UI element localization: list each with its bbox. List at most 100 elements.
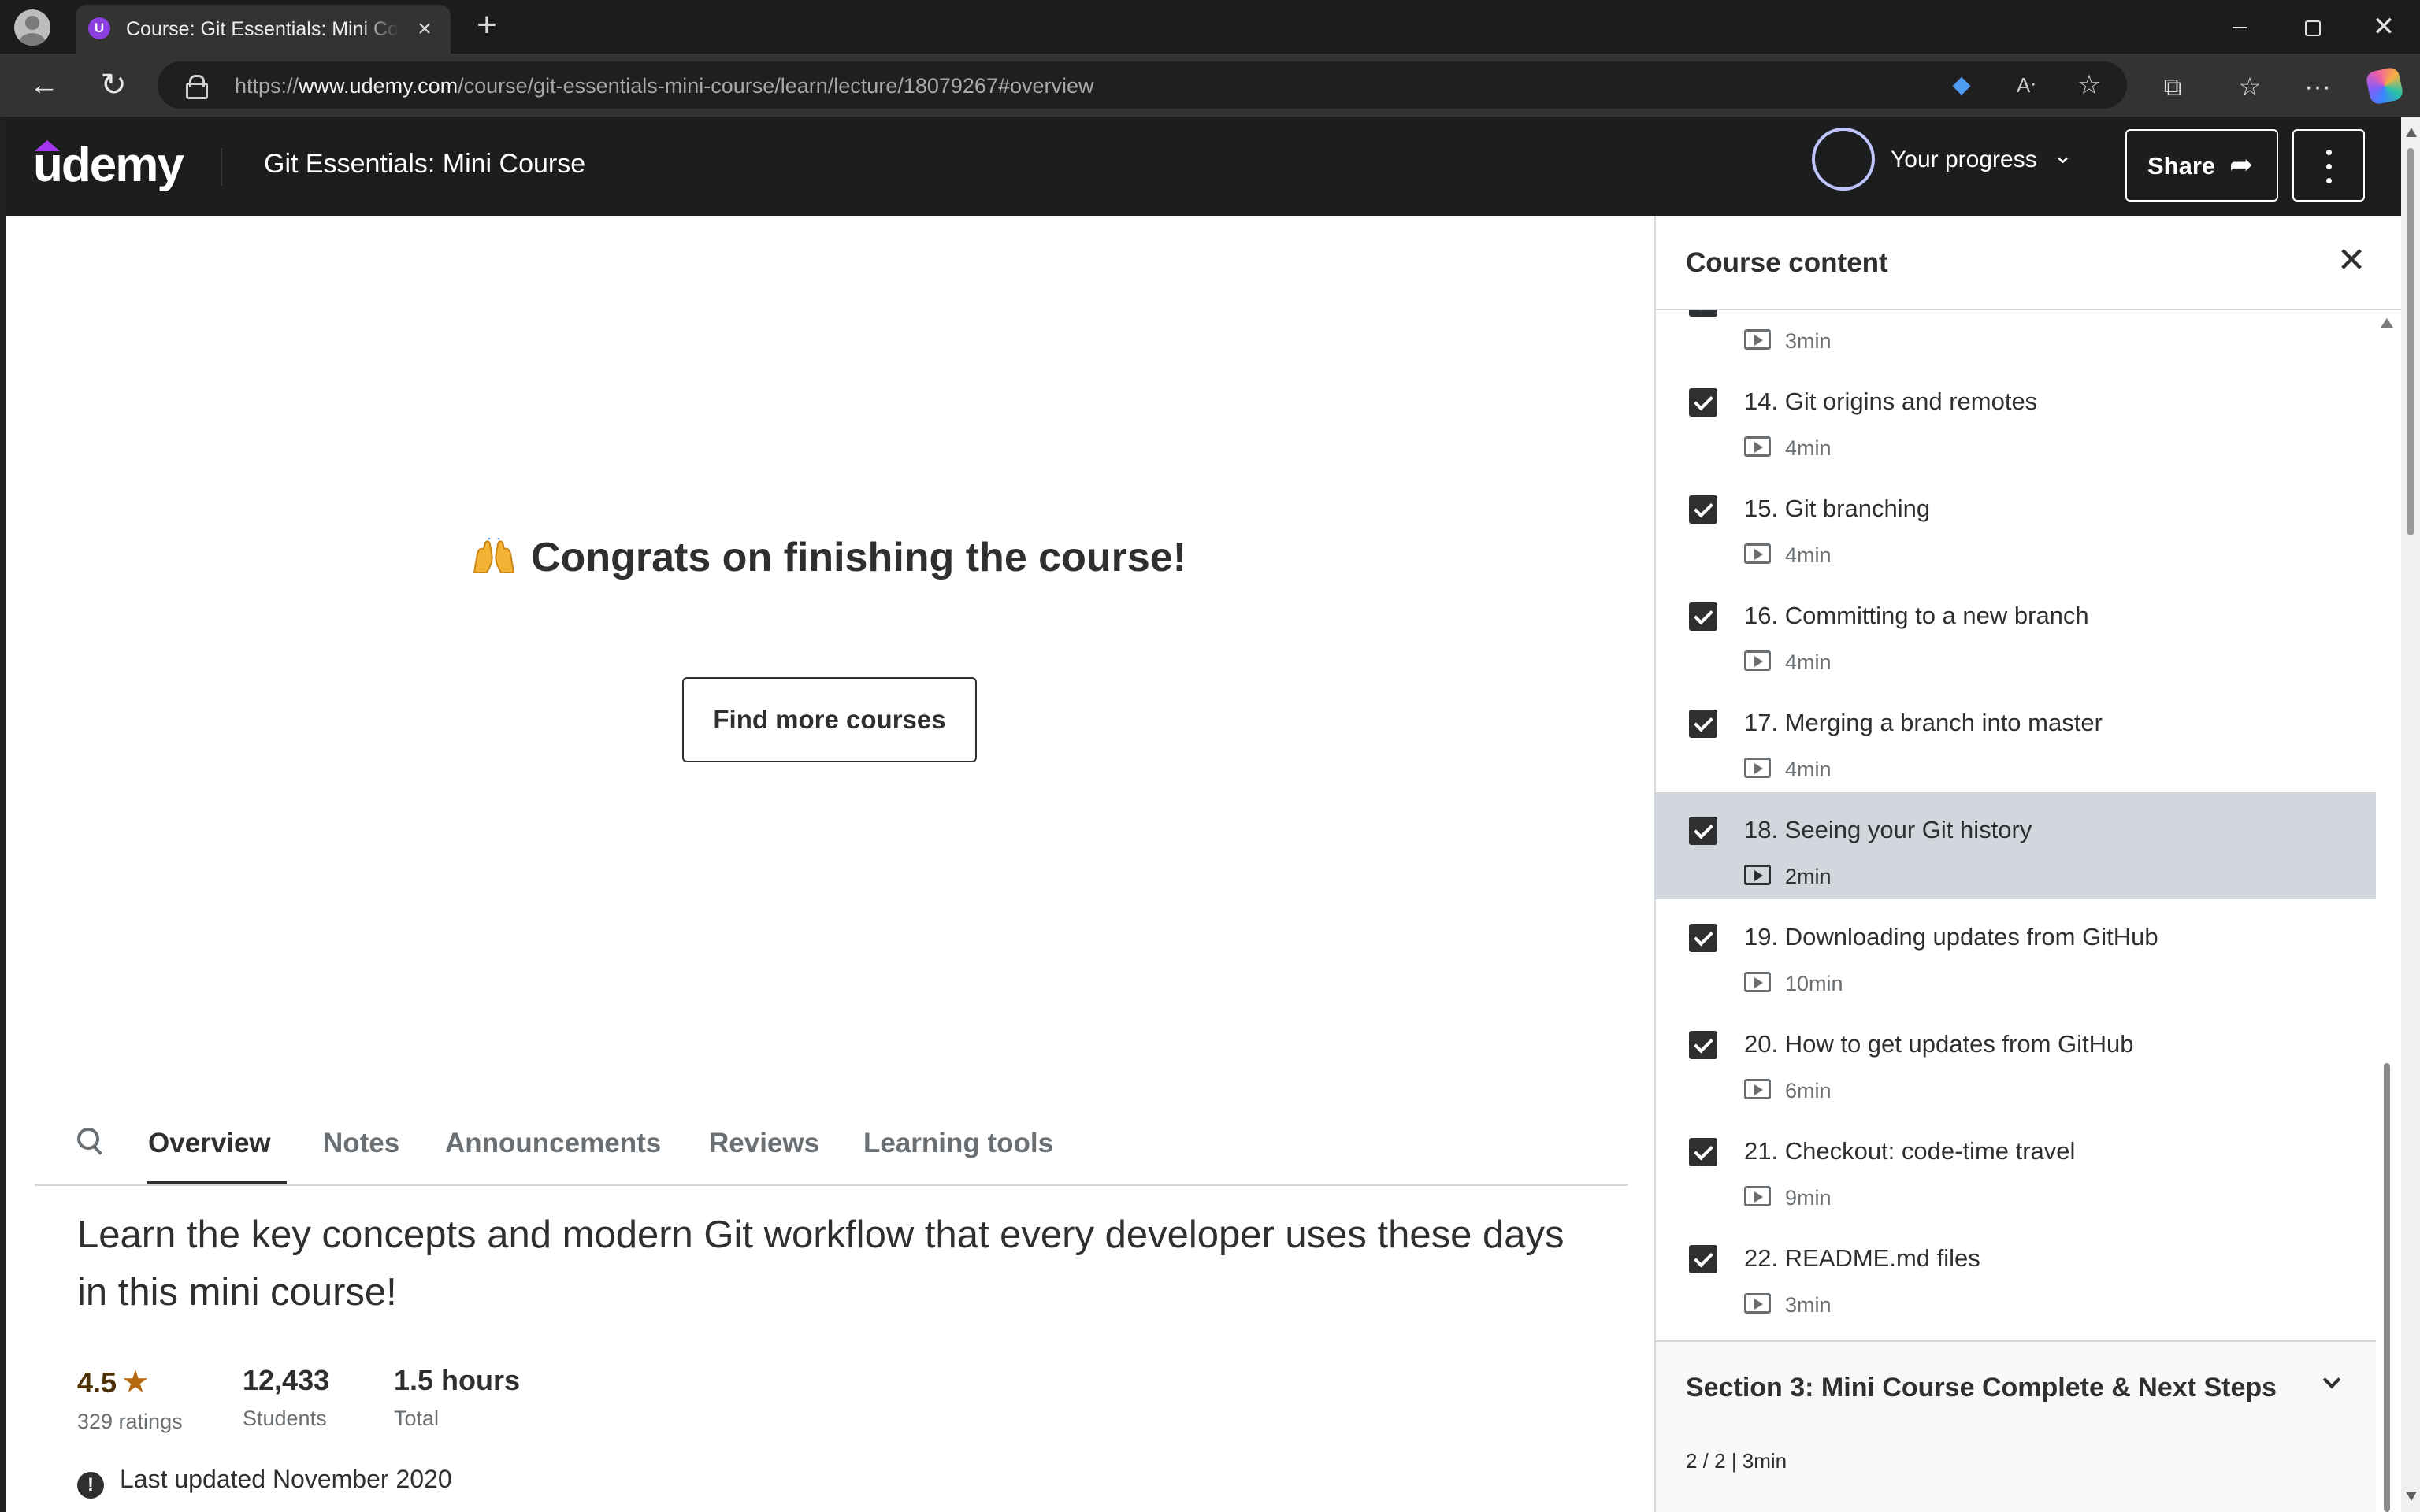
- video-play-icon: [1744, 650, 1771, 671]
- site-info-lock-icon[interactable]: [186, 75, 208, 99]
- lecture-title: 19. Downloading updates from GitHub: [1744, 923, 2158, 951]
- video-play-icon: [1744, 329, 1771, 350]
- lecture-item[interactable]: 15. Git branching 4min: [1656, 471, 2376, 578]
- scroll-down-arrow-icon[interactable]: [2406, 1492, 2417, 1501]
- url-path: /course/git-essentials-mini-course/learn…: [458, 74, 1094, 98]
- video-play-icon: [1744, 972, 1771, 992]
- congrats-heading: Congrats on finishing the course!: [471, 534, 1186, 581]
- tab-learning-tools[interactable]: Learning tools: [863, 1128, 1053, 1159]
- tab-reviews[interactable]: Reviews: [709, 1128, 819, 1159]
- new-tab-icon[interactable]: +: [470, 8, 504, 44]
- lecture-list: 3min 14. Git origins and remotes 4min 15…: [1656, 310, 2376, 1419]
- video-play-icon: [1744, 1079, 1771, 1099]
- share-button[interactable]: Share ➦: [2125, 129, 2278, 202]
- lecture-duration: 9min: [1785, 1186, 1832, 1210]
- lecture-item[interactable]: 20. How to get updates from GitHub 6min: [1656, 1006, 2376, 1114]
- window-restore-button[interactable]: [2288, 6, 2335, 47]
- completed-checkbox[interactable]: [1689, 817, 1717, 845]
- video-play-icon: [1744, 436, 1771, 457]
- video-play-icon: [1744, 758, 1771, 778]
- course-title[interactable]: Git Essentials: Mini Course: [264, 149, 585, 180]
- lecture-item[interactable]: 17. Merging a branch into master 4min: [1656, 685, 2376, 792]
- completed-checkbox[interactable]: [1689, 924, 1717, 952]
- lecture-title: 18. Seeing your Git history: [1744, 816, 2032, 843]
- chevron-down-icon[interactable]: ⌄: [2053, 142, 2073, 169]
- completed-checkbox[interactable]: [1689, 310, 1717, 317]
- star-icon: ★: [121, 1365, 150, 1399]
- lecture-title: 17. Merging a branch into master: [1744, 709, 2103, 736]
- lecture-item[interactable]: 14. Git origins and remotes 4min: [1656, 364, 2376, 471]
- close-icon[interactable]: ✕: [2332, 241, 2371, 280]
- add-favorite-star-icon[interactable]: ☆: [2075, 71, 2103, 99]
- lecture-item[interactable]: 19. Downloading updates from GitHub 10mi…: [1656, 899, 2376, 1006]
- video-play-icon: [1744, 865, 1771, 885]
- lecture-title: 22. README.md files: [1744, 1244, 1980, 1272]
- tab-notes[interactable]: Notes: [323, 1128, 399, 1159]
- last-updated-text: Last updated November 2020: [120, 1465, 452, 1493]
- window-minimize-button[interactable]: [2215, 6, 2262, 47]
- sidebar-header: Course content ✕: [1656, 216, 2401, 310]
- lecture-duration: 10min: [1785, 972, 1843, 995]
- lecture-duration: 4min: [1785, 650, 1832, 674]
- lecture-item[interactable]: 16. Committing to a new branch 4min: [1656, 578, 2376, 685]
- browser-toolbar: ← ↻ https://www.udemy.com/course/git-ess…: [0, 54, 2420, 117]
- find-more-courses-button[interactable]: Find more courses: [682, 677, 977, 762]
- stat-total: 1.5 hours Total: [394, 1364, 520, 1431]
- chevron-down-icon[interactable]: [2319, 1372, 2344, 1397]
- completed-checkbox[interactable]: [1689, 388, 1717, 417]
- completed-checkbox[interactable]: [1689, 1138, 1717, 1166]
- sidebar-title: Course content: [1686, 247, 1888, 278]
- copilot-icon[interactable]: [2365, 66, 2404, 106]
- section-header[interactable]: Section 3: Mini Course Complete & Next S…: [1656, 1340, 2376, 1512]
- settings-more-icon[interactable]: ···: [2302, 71, 2333, 102]
- completed-checkbox[interactable]: [1689, 710, 1717, 738]
- sidebar-scrollbar[interactable]: [2374, 310, 2398, 1512]
- scrollbar-thumb[interactable]: [2384, 1063, 2390, 1512]
- lecture-title: 20. How to get updates from GitHub: [1744, 1030, 2134, 1058]
- coupon-tag-icon[interactable]: ◆: [1947, 71, 1976, 99]
- profile-avatar-icon[interactable]: [14, 9, 50, 46]
- completed-checkbox[interactable]: [1689, 1031, 1717, 1059]
- more-options-button[interactable]: [2292, 129, 2365, 202]
- active-tab-underline: [147, 1181, 287, 1184]
- tab-overview[interactable]: Overview: [148, 1128, 271, 1159]
- stat-students: 12,433 Students: [243, 1364, 329, 1431]
- lecture-item[interactable]: 22. README.md files 3min: [1656, 1221, 2376, 1328]
- scroll-up-arrow-icon[interactable]: [2381, 318, 2393, 328]
- progress-ring-icon[interactable]: [1812, 128, 1875, 191]
- completed-checkbox[interactable]: [1689, 602, 1717, 631]
- congrats-text: Congrats on finishing the course!: [531, 535, 1187, 580]
- scroll-up-arrow-icon[interactable]: [2406, 128, 2417, 137]
- video-play-icon: [1744, 1293, 1771, 1314]
- lecture-item[interactable]: 21. Checkout: code-time travel 9min: [1656, 1114, 2376, 1221]
- lecture-item[interactable]: 3min: [1656, 310, 2376, 364]
- lecture-title: 16. Committing to a new branch: [1744, 602, 2089, 629]
- extensions-icon[interactable]: ⧉: [2157, 71, 2188, 102]
- browser-tab-active[interactable]: U Course: Git Essentials: Mini Course ×: [76, 5, 451, 54]
- search-icon[interactable]: [76, 1126, 107, 1158]
- tab-announcements[interactable]: Announcements: [445, 1128, 661, 1159]
- back-arrow-icon[interactable]: ←: [24, 65, 65, 106]
- page-scrollbar[interactable]: [2401, 117, 2420, 1512]
- scrollbar-thumb[interactable]: [2407, 148, 2414, 536]
- course-header: udemy Git Essentials: Mini Course Your p…: [6, 117, 2401, 216]
- share-label: Share: [2147, 152, 2216, 180]
- read-aloud-icon[interactable]: Aᐧ: [2012, 71, 2040, 99]
- lecture-duration: 3min: [1785, 329, 1832, 353]
- video-play-icon: [1744, 1186, 1771, 1206]
- tab-close-icon[interactable]: ×: [411, 16, 438, 43]
- section-title: Section 3: Mini Course Complete & Next S…: [1686, 1373, 2277, 1403]
- completed-checkbox[interactable]: [1689, 1245, 1717, 1273]
- section-meta: 2 / 2 | 3min: [1686, 1449, 1787, 1473]
- window-close-button[interactable]: ✕: [2360, 6, 2407, 47]
- completed-checkbox[interactable]: [1689, 495, 1717, 524]
- favorites-icon[interactable]: ☆: [2234, 71, 2266, 102]
- lecture-item-current[interactable]: 18. Seeing your Git history 2min: [1656, 792, 2376, 899]
- url-text[interactable]: https://www.udemy.com/course/git-essenti…: [235, 74, 1094, 98]
- udemy-logo[interactable]: udemy: [33, 137, 184, 193]
- progress-label[interactable]: Your progress: [1891, 146, 2037, 173]
- lecture-title: 21. Checkout: code-time travel: [1744, 1137, 2076, 1165]
- address-bar[interactable]: https://www.udemy.com/course/git-essenti…: [158, 61, 2127, 109]
- reload-icon[interactable]: ↻: [93, 65, 134, 106]
- ratings-count: 329 ratings: [77, 1410, 183, 1433]
